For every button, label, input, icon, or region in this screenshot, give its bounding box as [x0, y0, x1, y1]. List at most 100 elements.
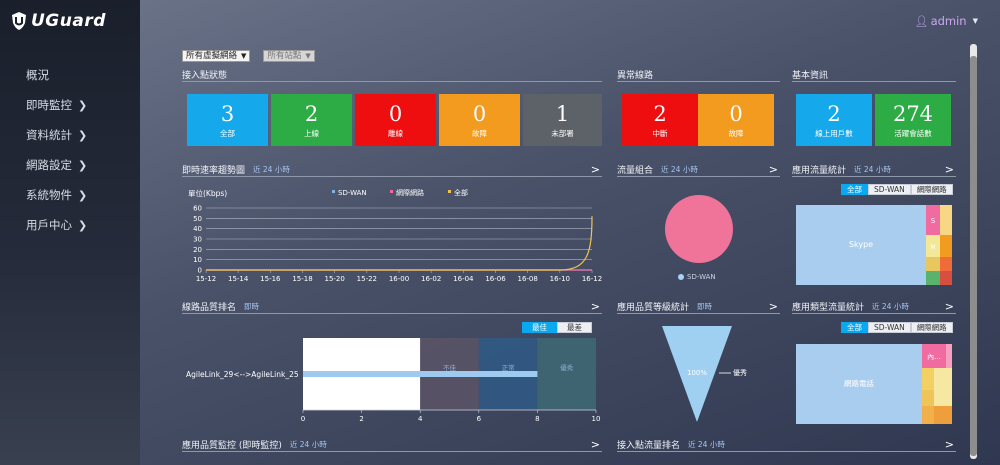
tile-online-users[interactable]: 2 線上用戶數	[796, 94, 872, 146]
ap-flow-rank-title: 接入點流量排名近 24 小時 >	[617, 438, 956, 452]
section-subtitle: 近 24 小時	[661, 165, 698, 174]
chevron-right-icon[interactable]: >	[591, 163, 600, 176]
tile-online[interactable]: 2 上線	[271, 94, 352, 146]
funnel-label: 優秀	[733, 368, 747, 377]
tab-sd-wan[interactable]: SD-WAN	[868, 322, 911, 333]
section-title-text: 流量組合	[617, 166, 654, 176]
tile-undeployed[interactable]: 1 未部署	[523, 94, 602, 146]
treemap-cell	[922, 368, 934, 390]
x-tick-label: 16-04	[453, 275, 474, 283]
bar	[303, 371, 538, 377]
x-tick-label: 15-12	[196, 275, 216, 283]
vertical-scrollbar[interactable]	[968, 44, 978, 465]
section-title-text: 應用品質等級統計	[617, 303, 690, 313]
tile-label: 故障	[472, 129, 487, 138]
treemap-cell	[922, 406, 934, 424]
tab-worst[interactable]: 最差	[557, 322, 592, 333]
y-tick-label: 50	[193, 215, 202, 223]
flow-mix-title: 流量組合近 24 小時 >	[617, 163, 780, 177]
chevron-right-icon: ❯	[78, 128, 88, 142]
tile-fault[interactable]: 0 故障	[439, 94, 520, 146]
tile-value: 0	[729, 102, 743, 126]
pie-slice	[665, 195, 733, 263]
tile-label: 未部署	[551, 129, 574, 138]
x-tick-label: 10	[592, 415, 601, 423]
rate-trend-chart: 單位(Kbps) SD-WAN 網際網路 全部 0 10 20 30 40 50 60 15-12 15…	[188, 188, 602, 283]
x-tick-label: 16-10	[550, 275, 570, 283]
series-line	[206, 216, 593, 271]
x-tick-label: 0	[301, 415, 305, 423]
sidebar-item-label: 即時監控	[26, 98, 72, 112]
scrollbar-thumb[interactable]	[970, 56, 977, 456]
chevron-right-icon[interactable]: >	[945, 163, 954, 176]
section-title-text: 接入點狀態	[182, 71, 228, 81]
section-subtitle: 近 24 小時	[253, 165, 290, 174]
quality-band-label: 正常	[502, 363, 515, 372]
legend-label: SD-WAN	[338, 189, 367, 197]
legend-label: SD-WAN	[687, 273, 716, 281]
tab-sd-wan[interactable]: SD-WAN	[868, 184, 911, 195]
x-tick-label: 2	[359, 415, 363, 423]
y-tick-label: 30	[193, 236, 202, 244]
tile-label: 活躍會話數	[894, 129, 932, 138]
section-subtitle: 即時	[697, 302, 713, 311]
shield-logo-icon	[12, 12, 26, 30]
chevron-right-icon[interactable]: >	[591, 300, 600, 313]
abnormal-lines-title: 異常線路	[617, 68, 780, 82]
tab-all[interactable]: 全部	[841, 184, 868, 195]
legend-swatch	[678, 274, 684, 280]
chevron-right-icon: ❯	[78, 158, 88, 172]
tab-best[interactable]: 最佳	[522, 322, 557, 333]
treemap-cell	[922, 390, 934, 406]
app-type-flow-title: 應用類型流量統計近 24 小時 >	[792, 300, 956, 314]
section-subtitle: 即時	[244, 302, 260, 311]
tab-internet[interactable]: 網際網路	[910, 322, 953, 333]
sidebar-item-network-settings[interactable]: 網路設定 ❯	[26, 150, 136, 180]
treemap-cell	[934, 390, 952, 406]
treemap-label: S	[931, 217, 936, 225]
tab-internet[interactable]: 網際網路	[910, 184, 953, 195]
x-tick-label: 16-02	[421, 275, 441, 283]
chevron-right-icon[interactable]: >	[769, 163, 778, 176]
user-menu[interactable]: 👤︎ admin ▼	[915, 14, 978, 28]
tile-interrupted[interactable]: 2 中斷	[622, 94, 698, 146]
tile-label: 線上用戶數	[815, 129, 853, 138]
tile-value: 2	[827, 102, 841, 126]
tile-offline[interactable]: 0 離線	[355, 94, 436, 146]
chevron-right-icon[interactable]: >	[945, 300, 954, 313]
legend-swatch	[332, 190, 335, 193]
network-select[interactable]: 所有虛擬網絡 ▼	[182, 50, 251, 62]
funnel-percent-label: 100%	[687, 369, 707, 377]
tile-value: 3	[220, 102, 235, 126]
treemap-cell	[940, 235, 952, 257]
treemap-cell	[926, 257, 940, 271]
sidebar-item-overview[interactable]: 概況	[26, 60, 136, 90]
tile-all[interactable]: 3 全部	[187, 94, 268, 146]
sidebar-item-user-center[interactable]: 用戶中心 ❯	[26, 210, 136, 240]
brand-logo[interactable]: UGuard	[10, 11, 106, 31]
chevron-down-icon: ▼	[305, 52, 311, 60]
tile-line-fault[interactable]: 0 故障	[698, 94, 774, 146]
y-axis-label: 單位(Kbps)	[188, 188, 227, 198]
tab-all[interactable]: 全部	[841, 322, 868, 333]
sidebar-item-statistics[interactable]: 資料統計 ❯	[26, 120, 136, 150]
sidebar-item-realtime-monitor[interactable]: 即時監控 ❯	[26, 90, 136, 120]
section-title-text: 應用類型流量統計	[792, 303, 865, 313]
chevron-right-icon[interactable]: >	[945, 438, 954, 451]
sidebar-item-label: 網路設定	[26, 158, 72, 172]
x-tick-label: 15-18	[292, 275, 312, 283]
x-tick-label: 8	[535, 415, 539, 423]
site-select[interactable]: 所有站點 ▼	[263, 50, 315, 62]
chevron-right-icon[interactable]: >	[591, 438, 600, 451]
y-tick-label: 40	[193, 225, 202, 233]
quality-band-label: 優秀	[560, 363, 574, 372]
section-subtitle: 近 24 小時	[289, 440, 327, 449]
section-title-text: 即時速率趨勢圖	[182, 166, 246, 176]
tile-value: 274	[892, 102, 934, 126]
treemap-label: 網路電話	[844, 378, 874, 388]
sidebar-item-system-objects[interactable]: 系統物件 ❯	[26, 180, 136, 210]
tile-active-sessions[interactable]: 274 活躍會話數	[875, 94, 951, 146]
x-tick-label: 16-08	[517, 275, 537, 283]
y-tick-label: 20	[193, 246, 202, 254]
chevron-right-icon[interactable]: >	[769, 300, 778, 313]
